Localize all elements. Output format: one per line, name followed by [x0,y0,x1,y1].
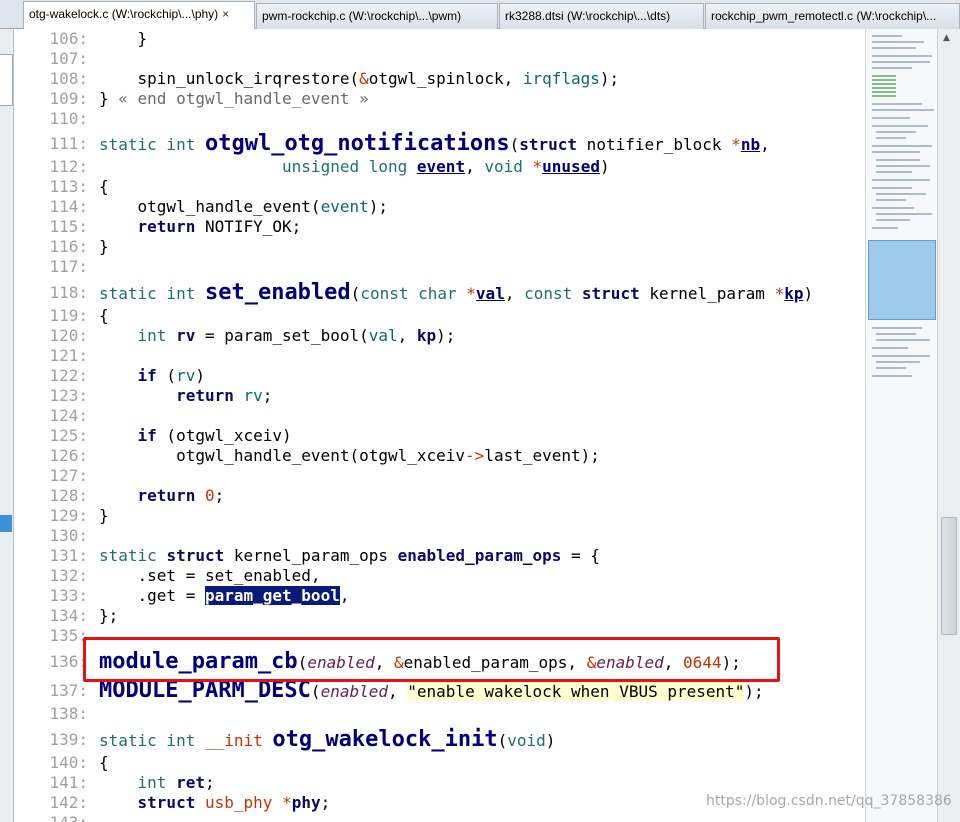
code-line: if (rv) [137,366,205,385]
code-line: { [99,177,109,196]
close-icon[interactable]: × [222,7,229,21]
line-number: 112: [49,157,88,176]
line-number: 128: [49,486,88,505]
code-line: static int set_enabled(const char *val, … [99,280,814,305]
line-number: 127: [49,466,88,485]
line-number: 117: [49,257,88,276]
line-number: 132: [49,566,88,585]
tab-label: rk3288.dtsi (W:\rockchip\...\dts) [505,9,671,23]
line-number: 120: [49,326,88,345]
code-line: int rv = param_set_bool(val, kp); [137,326,456,345]
line-number: 133: [49,586,88,605]
minimap-viewport[interactable] [868,240,936,320]
tab-label: rockchip_pwm_remotectl.c (W:\rockchip\..… [711,9,937,23]
tab-rockchip-pwm-remotectl[interactable]: rockchip_pwm_remotectl.c (W:\rockchip\..… [705,3,960,29]
code-line: spin_unlock_irqrestore(&otgwl_spinlock, … [99,69,620,88]
line-number: 122: [49,366,88,385]
line-number: 143: [14,813,88,822]
code-line: otgwl_handle_event(event); [99,197,388,216]
line-number: 124: [49,406,88,425]
code-line: static int __init otg_wakelock_init(void… [99,727,556,752]
tab-label: pwm-rockchip.c (W:\rockchip\...\pwm) [262,9,462,23]
code-line: otgwl_handle_event(otgwl_xceiv->last_eve… [99,446,600,465]
code-line: unsigned long event, void *unused) [282,157,610,176]
tab-pwm-rockchip[interactable]: pwm-rockchip.c (W:\rockchip\...\pwm) [256,3,498,29]
code-line: { [99,753,109,772]
tab-bar: otg-wakelock.c (W:\rockchip\...\phy) × pw… [0,0,960,29]
line-number: 121: [49,346,88,365]
code-line: } « end otgwl_handle_event » [99,89,369,108]
code-line: } [99,29,148,48]
code-line: struct usb_phy *phy; [137,793,331,812]
code-line: }; [99,606,119,625]
line-number: 140: [49,753,88,772]
line-number: 137: [49,681,88,700]
line-number: 116: [49,237,88,256]
line-number: 108: [49,69,88,88]
line-number: 130: [49,526,88,545]
line-number: 109: [49,89,88,108]
tab-otg-wakelock[interactable]: otg-wakelock.c (W:\rockchip\...\phy) × [23,1,255,29]
line-number: 139: [49,730,88,749]
line-number: 119: [49,306,88,325]
line-number: 141: [49,773,88,792]
line-number: 123: [49,386,88,405]
code-line: if (otgwl_xceiv) [137,426,292,445]
line-number: 134: [49,606,88,625]
side-panel-selection-marker [0,515,12,532]
line-number: 129: [49,506,88,525]
line-number: 107: [49,49,88,68]
vertical-scrollbar[interactable]: ▲ [937,29,960,822]
code-line: .get = param_get_bool, [99,586,350,605]
watermark: https://blog.csdn.net/qq_37858386 [706,793,952,809]
scrollbar-thumb[interactable] [941,517,957,635]
side-panel-edge[interactable] [0,29,14,822]
tab-label: otg-wakelock.c (W:\rockchip\...\phy) [29,7,219,21]
code-line: .set = set_enabled, [99,566,321,585]
line-number: 118: [49,283,88,302]
code-minimap[interactable] [865,29,937,822]
code-editor[interactable]: 106: } 107: 108: spin_unlock_irqrestore(… [14,29,865,822]
line-number: 135: [49,626,88,645]
code-line: static int otgwl_otg_notifications(struc… [99,131,770,156]
code-line: return rv; [176,386,273,405]
line-number: 115: [49,217,88,236]
line-number: 111: [49,134,88,153]
line-number: 113: [49,177,88,196]
line-number: 126: [49,446,88,465]
side-panel-input[interactable] [0,54,13,106]
line-number: 131: [49,546,88,565]
tab-rk3288-dtsi[interactable]: rk3288.dtsi (W:\rockchip\...\dts) [499,3,704,29]
line-number: 110: [49,109,88,128]
line-number: 125: [49,426,88,445]
code-line: } [99,237,109,256]
line-number: 114: [49,197,88,216]
code-line: MODULE_PARM_DESC(enabled, "enable wakelo… [99,678,764,703]
code-line: static struct kernel_param_ops enabled_p… [99,546,600,565]
code-line: { [99,306,109,325]
code-line: int ret; [137,773,215,792]
line-number: 138: [49,704,88,723]
line-number: 142: [49,793,88,812]
highlight-box [83,637,780,682]
scroll-up-icon[interactable]: ▲ [943,33,950,43]
code-line: } [99,506,109,525]
code-line: return NOTIFY_OK; [137,217,302,236]
code-line: return 0; [137,486,225,505]
line-number: 136: [49,652,88,671]
line-number: 106: [49,29,88,48]
